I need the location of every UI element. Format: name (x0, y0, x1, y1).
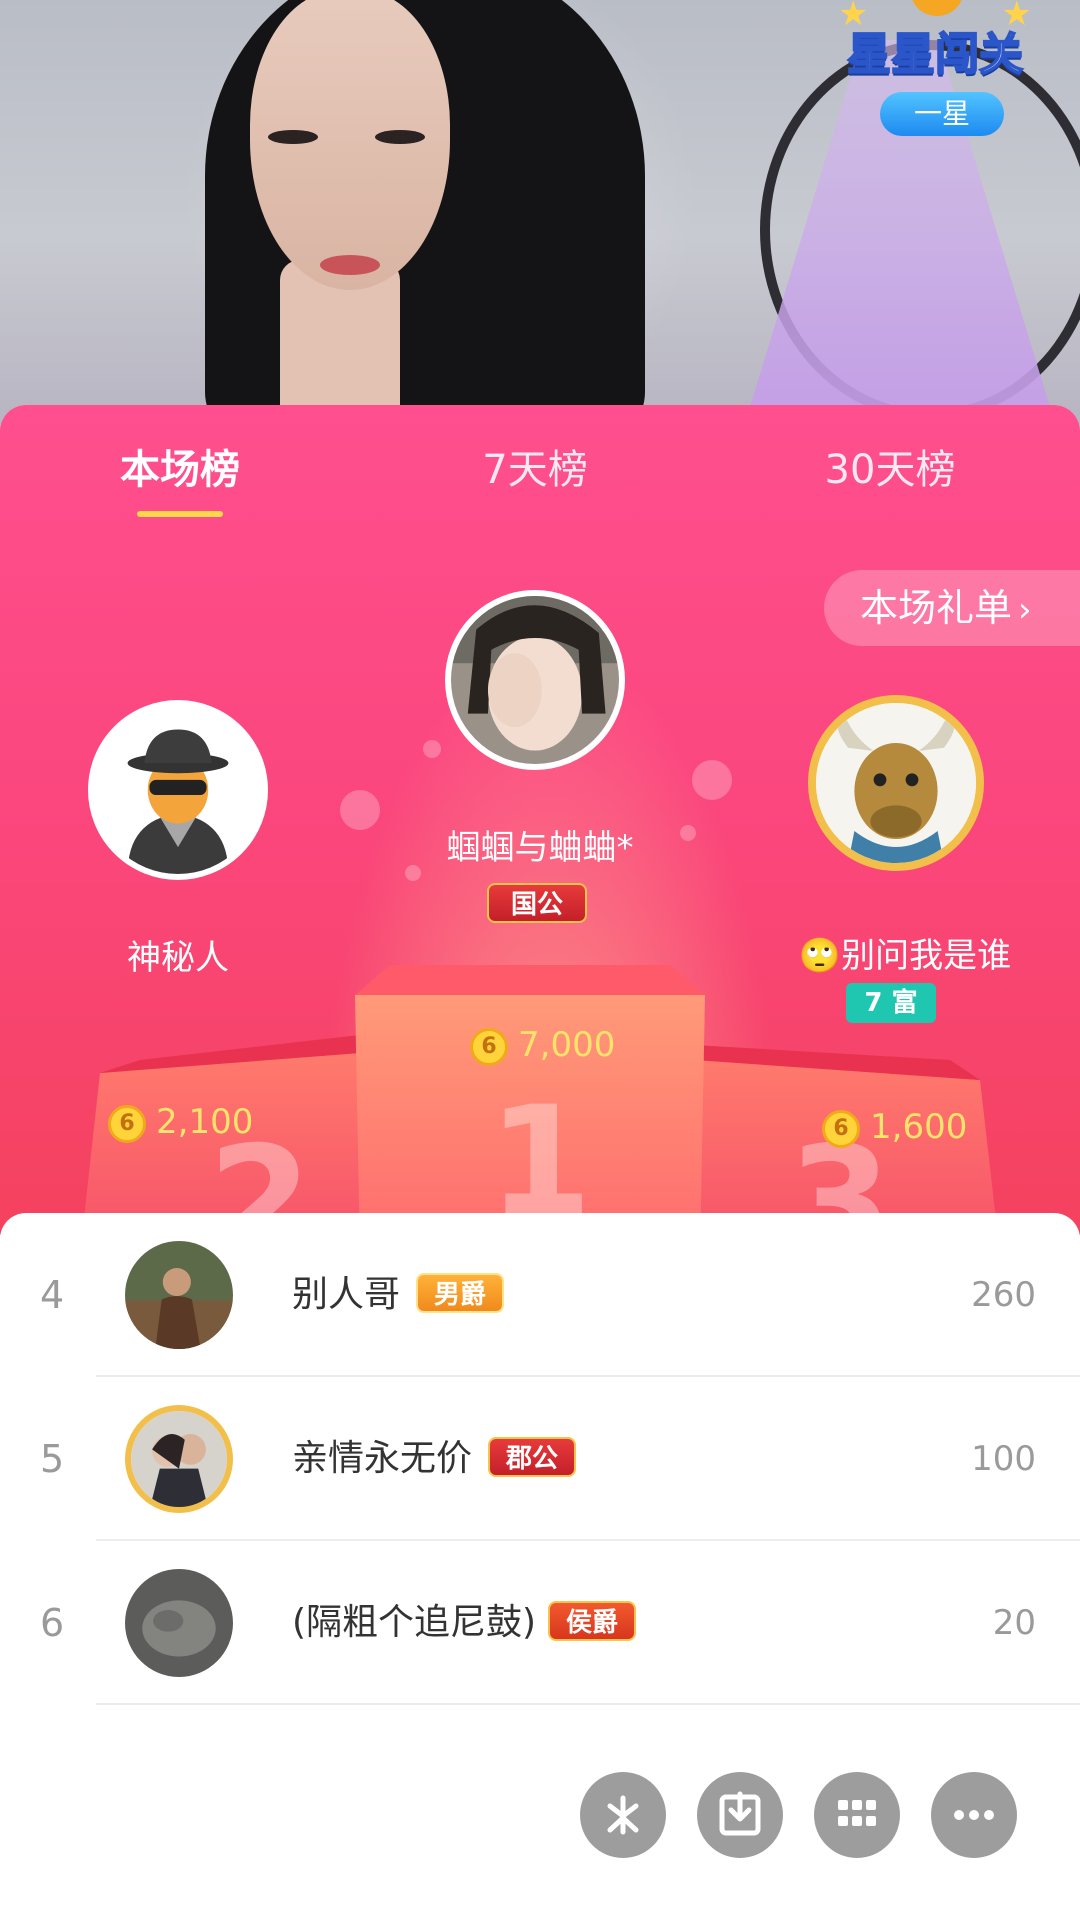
first-place-avatar[interactable] (445, 590, 625, 770)
ranking-panel: 本场榜 7天榜 30天榜 本场礼单 › 2 1 3 蝈蝈与蛐蛐* 国公 6 7,… (0, 405, 1080, 1920)
second-place-amount-value: 2,100 (156, 1102, 254, 1142)
grid-icon (838, 1800, 876, 1826)
first-place-name: 蝈蝈与蛐蛐* (446, 828, 634, 868)
user-name: (隔粗个追尼鼓) (292, 1602, 537, 1643)
score: 100 (971, 1439, 1036, 1479)
first-place-amount-value: 7,000 (518, 1025, 616, 1065)
bull-warrior-avatar (816, 703, 976, 863)
third-place-wealth-badge: 7 富 (846, 983, 936, 1023)
third-place-amount: 6 1,600 (822, 1107, 967, 1148)
second-place-name: 神秘人 (127, 938, 229, 978)
podium-area: 本场榜 7天榜 30天榜 本场礼单 › 2 1 3 蝈蝈与蛐蛐* 国公 6 7,… (0, 405, 1080, 1235)
sparkle-button[interactable] (580, 1772, 666, 1858)
score: 260 (971, 1275, 1036, 1315)
star-challenge-title: 星星闯关 (846, 28, 1024, 81)
title-badge: 侯爵 (548, 1601, 637, 1641)
second-place-amount: 6 2,100 (108, 1102, 253, 1143)
title-badge: 男爵 (416, 1273, 505, 1313)
download-button[interactable] (697, 1772, 783, 1858)
star-challenge-badge[interactable]: ★ ★ 星星闯关 一星 (830, 0, 1040, 140)
first-place-title-badge: 国公 (487, 883, 587, 923)
active-tab-indicator (137, 511, 223, 517)
user-name: 亲情永无价 (292, 1438, 473, 1479)
gift-list-button[interactable]: 本场礼单 › (824, 570, 1080, 646)
rank-number: 6 (40, 1601, 65, 1645)
medal-icon (910, 0, 964, 16)
sparkle-icon (607, 1795, 639, 1835)
download-icon (719, 1791, 761, 1836)
avatar[interactable] (125, 1405, 233, 1513)
coin-icon: 6 (822, 1109, 860, 1148)
live-video[interactable]: ★ ★ 星星闯关 一星 (0, 0, 1080, 430)
gift-list-label: 本场礼单 (860, 586, 1013, 630)
live-room-screen: ★ ★ 星星闯关 一星 本场榜 7天榜 30天榜 本场礼单 › 2 1 3 蝈蝈… (0, 0, 1080, 1920)
grid-button[interactable] (814, 1772, 900, 1858)
list-item[interactable]: 5 亲情永无价 郡公 100 (0, 1377, 1080, 1541)
rank-number: 5 (40, 1437, 65, 1481)
user-photo (125, 1241, 233, 1349)
title-badge: 郡公 (488, 1437, 577, 1477)
eye-roll-emoji-icon: 🙄 (798, 936, 842, 976)
coin-icon: 6 (108, 1104, 146, 1143)
third-place-name: 别问我是谁 (841, 936, 1012, 976)
tab-30-days[interactable]: 30天榜 (740, 435, 1040, 505)
third-place-name-row: 🙄别问我是谁 (760, 928, 1050, 977)
ranking-tabs: 本场榜 7天榜 30天榜 (0, 435, 1080, 525)
avatar[interactable] (125, 1241, 233, 1349)
chevron-right-icon: › (1018, 590, 1032, 630)
score: 20 (992, 1603, 1036, 1643)
rank-number: 4 (40, 1273, 65, 1317)
user-photo (125, 1569, 233, 1677)
tab-this-session[interactable]: 本场榜 (30, 435, 330, 505)
list-item[interactable]: 4 别人哥 男爵 260 (0, 1213, 1080, 1377)
user-photo (131, 1411, 227, 1507)
first-place-amount: 6 7,000 (470, 1025, 615, 1066)
podium-rank-1: 1 (487, 1075, 593, 1235)
third-place-avatar[interactable] (808, 695, 984, 871)
user-photo (451, 596, 619, 764)
mystery-person-icon (94, 706, 262, 874)
more-icon (954, 1810, 994, 1820)
third-place-amount-value: 1,600 (870, 1107, 968, 1147)
streamer-face (250, 0, 450, 290)
avatar[interactable] (125, 1569, 233, 1677)
star-level-pill: 一星 (880, 92, 1004, 136)
more-button[interactable] (931, 1772, 1017, 1858)
coin-icon: 6 (470, 1027, 508, 1066)
bottom-action-bar (0, 1772, 1080, 1868)
tab-7-days[interactable]: 7天榜 (385, 435, 685, 505)
second-place-avatar[interactable] (88, 700, 268, 880)
user-name: 别人哥 (292, 1274, 401, 1315)
list-item[interactable]: 6 (隔粗个追尼鼓) 侯爵 20 (0, 1541, 1080, 1705)
